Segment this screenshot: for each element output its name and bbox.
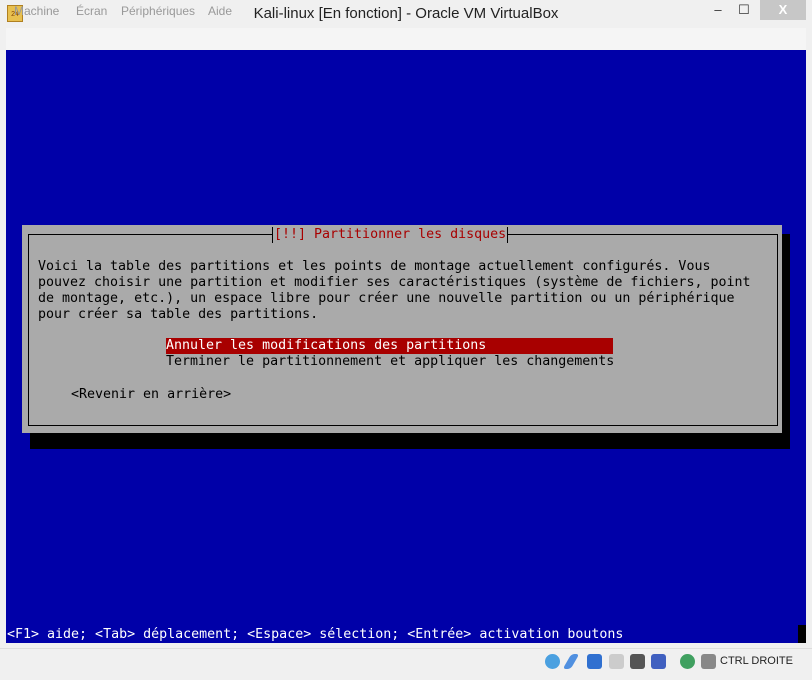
menu-peripheriques[interactable]: Périphériques bbox=[121, 4, 195, 18]
minimize-button[interactable]: ‒ bbox=[706, 0, 730, 20]
menu-bar bbox=[6, 28, 806, 50]
option-annuler[interactable]: Annuler les modifications des partitions bbox=[166, 338, 613, 354]
dialog-title: [!!] Partitionner les disques bbox=[272, 227, 509, 243]
dialog-text-line: Voici la table des partitions et les poi… bbox=[38, 259, 711, 274]
option-terminer[interactable]: Terminer le partitionnement et appliquer… bbox=[166, 354, 614, 370]
menu-machine[interactable]: Machine bbox=[14, 4, 59, 18]
menu-aide[interactable]: Aide bbox=[208, 4, 232, 18]
dialog-text-line: pouvez choisir une partition et modifier… bbox=[38, 275, 751, 290]
back-button[interactable]: <Revenir en arrière> bbox=[71, 387, 231, 403]
optical-drive-icon[interactable] bbox=[545, 654, 560, 669]
mouse-integration-icon[interactable] bbox=[680, 654, 695, 669]
help-line: <F1> aide; <Tab> déplacement; <Espace> s… bbox=[7, 627, 624, 642]
maximize-button[interactable]: ☐ bbox=[732, 0, 756, 20]
keyboard-capture-icon[interactable] bbox=[701, 654, 716, 669]
dialog-text-line: de montage, etc.), un espace libre pour … bbox=[38, 291, 735, 306]
close-button[interactable]: X bbox=[760, 0, 806, 20]
shared-folder-icon[interactable] bbox=[609, 654, 624, 669]
dialog-text-line: pour créer sa table des partitions. bbox=[38, 307, 319, 322]
network-icon[interactable] bbox=[587, 654, 602, 669]
host-key-label: CTRL DROITE bbox=[720, 655, 793, 667]
screen-edge bbox=[798, 625, 806, 643]
virtualization-icon[interactable] bbox=[651, 654, 666, 669]
display-icon[interactable] bbox=[630, 654, 645, 669]
menu-ecran[interactable]: Écran bbox=[76, 4, 107, 18]
